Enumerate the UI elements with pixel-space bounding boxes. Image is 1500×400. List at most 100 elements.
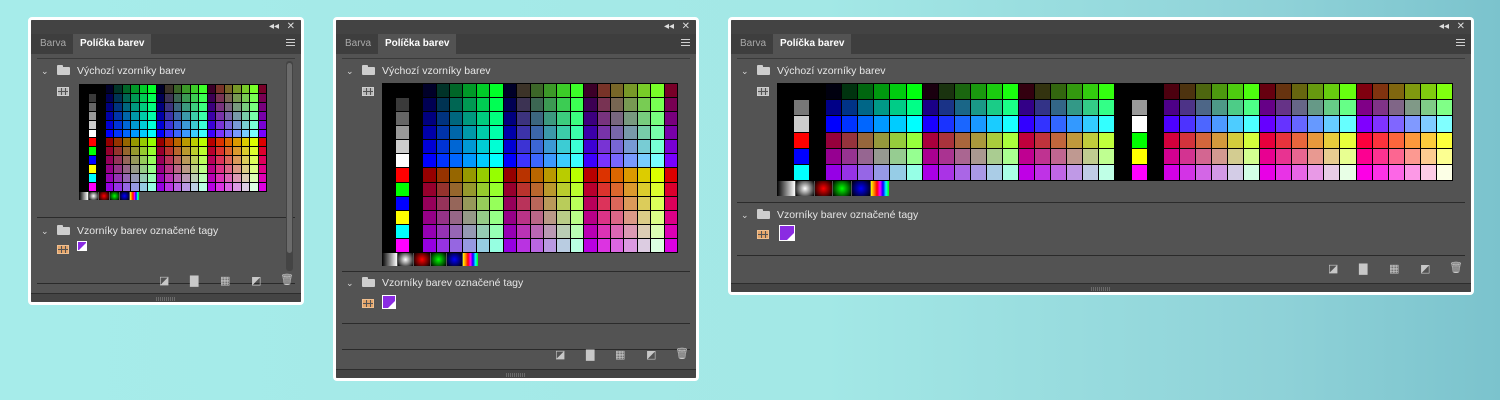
color-swatch[interactable] [216, 111, 224, 120]
panel-menu-icon[interactable] [681, 39, 690, 47]
new-group-icon[interactable]: ▇ [1359, 264, 1367, 275]
color-swatch[interactable] [1083, 132, 1099, 148]
color-swatch[interactable] [88, 156, 96, 165]
color-swatch[interactable] [1260, 100, 1276, 116]
color-swatch[interactable] [1019, 148, 1035, 164]
chevron-down-icon[interactable]: ⌄ [741, 62, 749, 80]
color-swatch[interactable] [1340, 100, 1356, 116]
color-swatch[interactable] [476, 238, 490, 252]
color-swatch[interactable] [139, 138, 147, 147]
chevron-down-icon[interactable]: ⌄ [741, 206, 749, 224]
color-swatch[interactable] [826, 148, 842, 164]
color-swatch[interactable] [233, 174, 241, 183]
color-swatch[interactable] [423, 126, 436, 140]
color-swatch[interactable] [1292, 164, 1308, 180]
color-swatch[interactable] [543, 98, 557, 112]
gradient-swatch[interactable] [414, 253, 430, 266]
color-swatch[interactable] [664, 112, 677, 126]
color-swatch[interactable] [1244, 164, 1260, 180]
color-swatch[interactable] [624, 84, 637, 98]
color-swatch[interactable] [258, 102, 266, 111]
color-swatch[interactable] [1002, 84, 1019, 100]
color-swatch[interactable] [584, 140, 597, 154]
color-swatch[interactable] [557, 224, 570, 238]
color-swatch[interactable] [1099, 164, 1115, 180]
color-swatch[interactable] [557, 154, 570, 168]
color-swatch[interactable] [1131, 84, 1147, 100]
color-swatch[interactable] [794, 116, 810, 132]
color-swatch[interactable] [1227, 84, 1244, 100]
color-swatch[interactable] [570, 154, 584, 168]
color-swatch[interactable] [199, 174, 207, 183]
color-swatch[interactable] [794, 164, 810, 180]
color-swatch[interactable] [794, 100, 810, 116]
color-swatch[interactable] [842, 100, 858, 116]
color-swatch[interactable] [1147, 100, 1163, 116]
color-swatch[interactable] [1099, 100, 1115, 116]
color-swatch[interactable] [637, 126, 651, 140]
color-swatch[interactable] [173, 85, 181, 93]
color-swatch[interactable] [241, 93, 249, 102]
color-swatch[interactable] [490, 112, 503, 126]
grid-view-icon[interactable] [757, 87, 769, 96]
color-swatch[interactable] [610, 112, 624, 126]
color-swatch[interactable] [165, 165, 173, 174]
new-group-icon[interactable]: ▇ [190, 276, 198, 287]
color-swatch[interactable] [826, 84, 842, 100]
color-swatch[interactable] [1324, 164, 1340, 180]
color-swatch[interactable] [233, 93, 241, 102]
color-swatch[interactable] [938, 148, 954, 164]
color-swatch[interactable] [637, 196, 651, 210]
color-swatch[interactable] [241, 156, 249, 165]
color-swatch[interactable] [1340, 132, 1356, 148]
color-swatch[interactable] [906, 100, 922, 116]
gradient-swatch[interactable] [129, 192, 140, 200]
color-swatch[interactable] [199, 147, 207, 156]
color-swatch[interactable] [88, 85, 96, 93]
color-swatch[interactable] [778, 148, 794, 164]
color-swatch[interactable] [436, 126, 450, 140]
color-swatch[interactable] [1115, 100, 1131, 116]
color-swatch[interactable] [148, 147, 156, 156]
color-swatch[interactable] [664, 210, 677, 224]
color-swatch[interactable] [1260, 132, 1276, 148]
color-swatch[interactable] [543, 224, 557, 238]
color-swatch[interactable] [874, 84, 890, 100]
color-swatch[interactable] [1195, 100, 1211, 116]
color-swatch[interactable] [1211, 148, 1227, 164]
color-swatch[interactable] [165, 138, 173, 147]
color-swatch[interactable] [122, 174, 130, 183]
color-swatch[interactable] [637, 84, 651, 98]
color-swatch[interactable] [114, 183, 122, 191]
color-swatch[interactable] [80, 183, 88, 191]
color-swatch[interactable] [1436, 84, 1452, 100]
color-swatch[interactable] [794, 84, 810, 100]
color-swatch[interactable] [970, 100, 986, 116]
color-swatch[interactable] [490, 238, 503, 252]
color-swatch[interactable] [396, 210, 409, 224]
color-swatch[interactable] [1163, 84, 1179, 100]
color-swatch[interactable] [190, 165, 198, 174]
tab-swatches[interactable]: Políčka barev [378, 34, 457, 54]
color-swatch[interactable] [476, 140, 490, 154]
color-swatch[interactable] [610, 182, 624, 196]
panel-title-bar[interactable]: ◂◂ ✕ [336, 20, 696, 34]
color-swatch[interactable] [1099, 84, 1115, 100]
color-swatch[interactable] [1244, 84, 1260, 100]
color-swatch[interactable] [139, 147, 147, 156]
grid-view-icon[interactable] [362, 299, 374, 308]
color-swatch[interactable] [131, 138, 139, 147]
color-swatch[interactable] [610, 140, 624, 154]
color-swatch[interactable] [165, 102, 173, 111]
color-swatch[interactable] [258, 147, 266, 156]
color-swatch[interactable] [624, 182, 637, 196]
color-swatch[interactable] [463, 126, 476, 140]
color-swatch[interactable] [383, 168, 396, 182]
grid-view-icon[interactable] [757, 230, 769, 239]
color-swatch[interactable] [80, 129, 88, 138]
color-swatch[interactable] [436, 224, 450, 238]
color-swatch[interactable] [173, 102, 181, 111]
tagged-swatch[interactable] [779, 225, 795, 241]
gradient-swatch[interactable] [777, 181, 795, 196]
color-swatch[interactable] [810, 132, 826, 148]
